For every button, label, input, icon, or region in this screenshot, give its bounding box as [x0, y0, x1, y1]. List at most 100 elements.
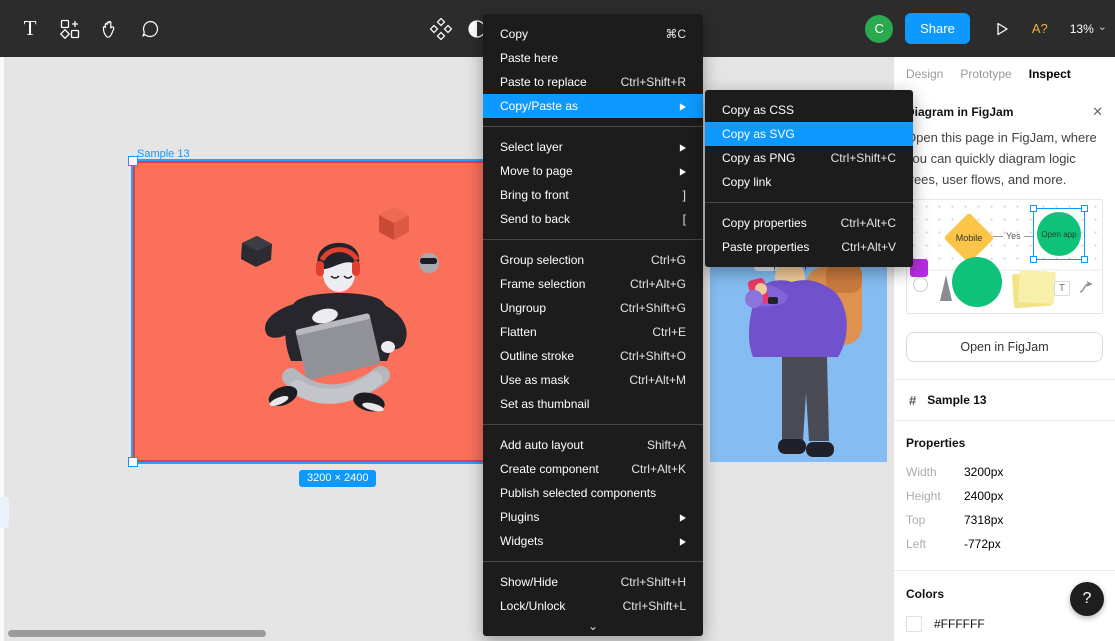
edge-label: Yes [1006, 231, 1021, 241]
figjam-diamond-node: Mobile [945, 214, 993, 262]
present-button[interactable] [984, 11, 1020, 47]
component-tool-button[interactable] [50, 9, 90, 49]
menu-scroll-more[interactable]: ⌄ [483, 618, 703, 634]
selected-frame[interactable] [133, 161, 489, 462]
submenu-item-copy-link[interactable]: Copy link [705, 170, 913, 194]
node-label: Open app [1037, 212, 1081, 256]
menu-item-lock-unlock[interactable]: Lock/UnlockCtrl+Shift+L [483, 594, 703, 618]
submenu-arrow-icon: ▶ [680, 166, 686, 177]
text-tool-icon: T [24, 18, 37, 39]
right-panel: Design Prototype Inspect Diagram in FigJ… [893, 57, 1115, 641]
open-in-figjam-button[interactable]: Open in FigJam [906, 332, 1103, 362]
menu-item-move-to-page[interactable]: Move to page ▶ [483, 159, 703, 183]
tab-design[interactable]: Design [906, 67, 943, 81]
menu-item-show-hide[interactable]: Show/HideCtrl+Shift+H [483, 570, 703, 594]
tab-inspect[interactable]: Inspect [1029, 67, 1071, 81]
menu-item-plugins[interactable]: Plugins ▶ [483, 505, 703, 529]
menu-item-group-selection[interactable]: Group selectionCtrl+G [483, 248, 703, 272]
menu-separator [483, 126, 703, 127]
menu-item-use-as-mask[interactable]: Use as maskCtrl+Alt+M [483, 368, 703, 392]
submenu-arrow-icon: ▶ [680, 101, 686, 112]
figjam-mini-toolbar: T [907, 271, 1102, 313]
close-icon[interactable]: ✕ [1092, 104, 1103, 120]
figjam-shape-tool [952, 257, 1002, 307]
menu-item-widgets[interactable]: Widgets ▶ [483, 529, 703, 553]
submenu-item-copy-as-png[interactable]: Copy as PNGCtrl+Shift+C [705, 146, 913, 170]
menu-item-create-component[interactable]: Create componentCtrl+Alt+K [483, 457, 703, 481]
selection-handle-bottom-left[interactable] [128, 457, 138, 467]
submenu-item-copy-properties[interactable]: Copy propertiesCtrl+Alt+C [705, 211, 913, 235]
diamond-label: Mobile [945, 214, 993, 262]
submenu-arrow-icon: ▶ [680, 142, 686, 153]
play-icon [992, 19, 1012, 39]
figjam-promo: Diagram in FigJam ✕ Open this page in Fi… [894, 90, 1115, 362]
menu-item-outline-stroke[interactable]: Outline strokeCtrl+Shift+O [483, 344, 703, 368]
selection-handle-top-left[interactable] [128, 156, 138, 166]
menu-item-add-auto-layout[interactable]: Add auto layoutShift+A [483, 433, 703, 457]
figjam-promo-title: Diagram in FigJam [906, 105, 1013, 119]
selection-size-badge: 3200 × 2400 [299, 470, 376, 487]
figjam-preview: Mobile Yes → Open app [906, 199, 1103, 314]
hand-tool-icon [99, 18, 121, 40]
share-button[interactable]: Share [905, 13, 970, 44]
menu-item-select-layer[interactable]: Select layer ▶ [483, 135, 703, 159]
color-row: #FFFFFF [906, 616, 1103, 632]
selection-header: # Sample 13 [894, 380, 1115, 420]
text-tool-button[interactable]: T [10, 9, 50, 49]
color-hex[interactable]: #FFFFFF [934, 617, 985, 631]
menu-item-paste-to-replace[interactable]: Paste to replaceCtrl+Shift+R [483, 70, 703, 94]
selection-name: Sample 13 [927, 393, 986, 407]
accessibility-badge[interactable]: A? [1032, 21, 1048, 36]
properties-title: Properties [906, 436, 1103, 450]
figjam-text-tool: T [1054, 281, 1070, 296]
property-row: Height 2400px [906, 484, 1103, 508]
property-row: Left -772px [906, 532, 1103, 556]
menu-separator [483, 239, 703, 240]
menu-item-frame-selection[interactable]: Frame selectionCtrl+Alt+G [483, 272, 703, 296]
frame-name-label[interactable]: Sample 13 [137, 148, 190, 160]
figjam-connector-icon [1078, 281, 1094, 295]
figjam-promo-body: Open this page in FigJam, where you can … [906, 127, 1103, 190]
context-menu: Copy⌘C Paste here Paste to replaceCtrl+S… [483, 14, 703, 636]
panel-tabs: Design Prototype Inspect [894, 57, 1115, 90]
menu-separator [705, 202, 913, 203]
color-swatch[interactable] [906, 616, 922, 632]
copy-paste-as-submenu: Copy as CSS Copy as SVG Copy as PNGCtrl+… [705, 90, 913, 267]
menu-item-send-to-back[interactable]: Send to back[ [483, 207, 703, 231]
comment-tool-button[interactable] [130, 9, 170, 49]
avatar-initial: C [874, 21, 883, 36]
resources-diamond-icon[interactable] [430, 18, 452, 40]
menu-item-publish-selected-components[interactable]: Publish selected components [483, 481, 703, 505]
menu-item-bring-to-front[interactable]: Bring to front] [483, 183, 703, 207]
help-button[interactable]: ? [1070, 582, 1104, 616]
menu-item-flatten[interactable]: FlattenCtrl+E [483, 320, 703, 344]
zoom-menu[interactable]: 13% ⌄ [1070, 22, 1107, 36]
menu-item-ungroup[interactable]: UngroupCtrl+Shift+G [483, 296, 703, 320]
submenu-item-copy-as-css[interactable]: Copy as CSS [705, 98, 913, 122]
figjam-sticky-note [1018, 270, 1056, 304]
submenu-item-paste-properties[interactable]: Paste propertiesCtrl+Alt+V [705, 235, 913, 259]
avatar[interactable]: C [865, 15, 893, 43]
figjam-hand-tool [913, 277, 928, 292]
menu-separator [483, 561, 703, 562]
property-row: Top 7318px [906, 508, 1103, 532]
menu-item-set-as-thumbnail[interactable]: Set as thumbnail [483, 392, 703, 416]
zoom-level: 13% [1070, 22, 1094, 36]
question-icon: ? [1083, 590, 1092, 608]
property-row: Width 3200px [906, 460, 1103, 484]
frame-hash-icon: # [909, 393, 916, 408]
submenu-item-copy-as-svg[interactable]: Copy as SVG [705, 122, 913, 146]
menu-item-copy-paste-as[interactable]: Copy/Paste as ▶ [483, 94, 703, 118]
properties-section: Properties Width 3200px Height 2400px To… [894, 421, 1115, 570]
menu-separator [483, 424, 703, 425]
submenu-arrow-icon: ▶ [680, 512, 686, 523]
comment-icon [139, 18, 161, 40]
horizontal-scrollbar[interactable] [8, 630, 266, 637]
left-panel-edge [0, 57, 4, 641]
tab-prototype[interactable]: Prototype [960, 67, 1011, 81]
component-icon [60, 19, 80, 39]
hand-tool-button[interactable] [90, 9, 130, 49]
menu-item-copy[interactable]: Copy⌘C [483, 22, 703, 46]
left-panel-flyout-tab[interactable] [0, 497, 9, 528]
menu-item-paste-here[interactable]: Paste here [483, 46, 703, 70]
